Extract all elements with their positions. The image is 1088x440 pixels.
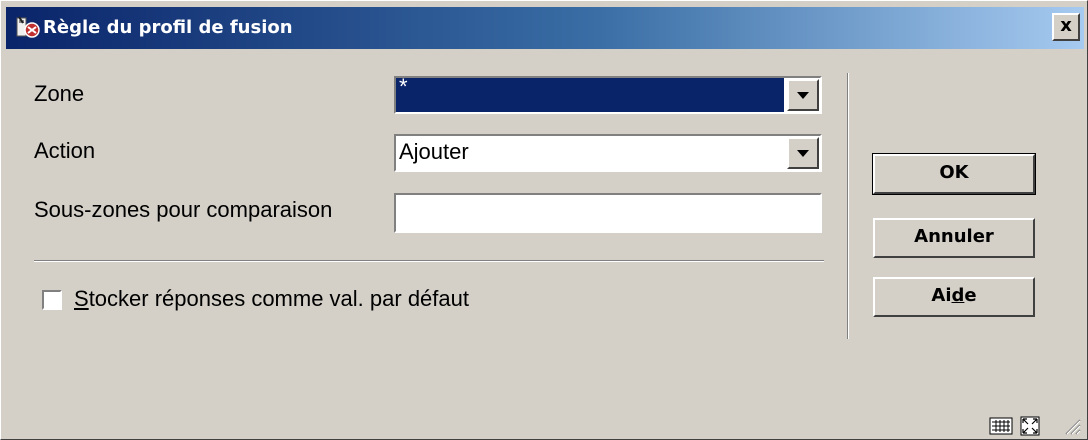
action-select-value: Ajouter — [399, 139, 469, 164]
keyboard-icon[interactable] — [989, 417, 1013, 435]
help-label-end: e — [964, 285, 977, 306]
horizontal-separator — [34, 260, 824, 262]
stocker-mnemonic: S — [74, 286, 89, 311]
action-dropdown-button[interactable] — [787, 137, 819, 169]
zone-dropdown-button[interactable] — [787, 79, 819, 111]
action-select[interactable]: Ajouter — [394, 134, 822, 172]
help-mnemonic: d — [951, 285, 965, 306]
app-icon — [16, 16, 40, 38]
resize-grip-icon[interactable] — [1063, 417, 1081, 435]
close-button[interactable]: x — [1052, 13, 1080, 41]
maximize-icon[interactable] — [1019, 415, 1041, 437]
vertical-separator — [847, 73, 849, 339]
sous-zones-label: Sous-zones pour comparaison — [34, 197, 333, 222]
ok-button[interactable]: OK — [872, 153, 1036, 195]
action-label: Action — [34, 138, 96, 163]
zone-select-value: * — [396, 76, 784, 112]
stocker-checkbox[interactable] — [42, 290, 62, 310]
window-title: Règle du profil de fusion — [43, 17, 293, 38]
title-bar[interactable]: Règle du profil de fusion x — [6, 7, 1084, 49]
cancel-button[interactable]: Annuler — [873, 218, 1035, 258]
sous-zones-input[interactable] — [394, 193, 822, 233]
dialog-window: Règle du profil de fusion x Zone * Actio… — [0, 0, 1088, 440]
zone-label: Zone — [34, 81, 85, 106]
stocker-label[interactable]: Stocker réponses comme val. par défaut — [74, 286, 469, 312]
help-button[interactable]: Aide — [873, 277, 1035, 317]
zone-select[interactable]: * — [394, 76, 822, 114]
help-label-start: Ai — [931, 285, 952, 306]
stocker-label-text: tocker réponses comme val. par défaut — [88, 286, 469, 311]
